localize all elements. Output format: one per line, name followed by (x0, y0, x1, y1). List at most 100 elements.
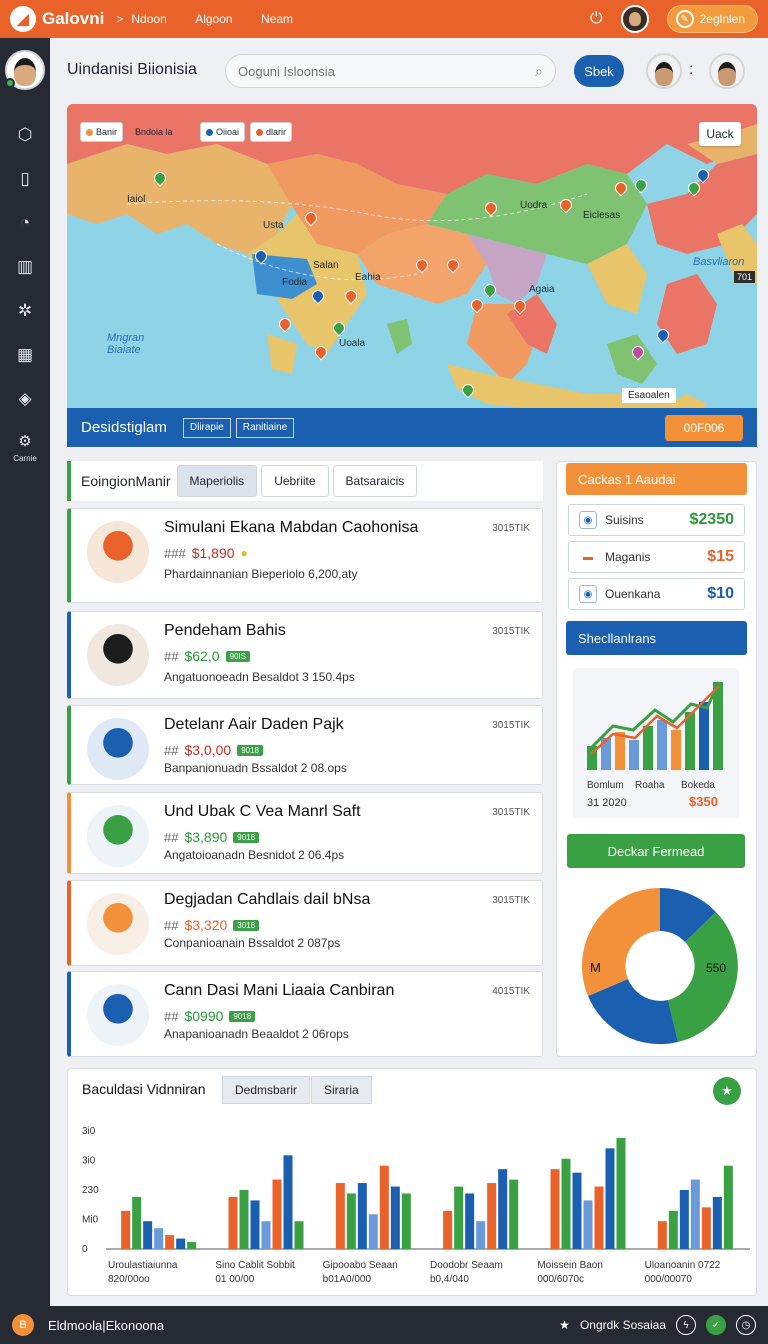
shield-check-icon[interactable]: ◈ (14, 388, 36, 410)
stat-row[interactable]: ◉ Suisins $2350 (568, 504, 745, 536)
book-icon[interactable]: ▥ (14, 256, 36, 278)
card-price-row: ## $3,320 3018 (164, 917, 260, 933)
chip-label: Oiioai (216, 127, 240, 137)
nav-link-3[interactable]: Neam (261, 12, 293, 26)
card-title[interactable]: Degjadan Cahdlais dail bNsa (164, 891, 370, 909)
sidebar-bottom-label[interactable]: Carnie (13, 454, 37, 463)
card-thumbnail-icon (87, 624, 149, 686)
map-label: Eahia (355, 272, 381, 283)
check-icon[interactable]: ✓ (706, 1315, 726, 1335)
y-tick-label: Mi0 (82, 1215, 99, 1226)
brand-name[interactable]: Galovni (42, 9, 104, 29)
search-icon[interactable]: ⌕ (535, 63, 543, 80)
chart-bar (390, 1186, 400, 1249)
feed-tab[interactable]: Maperiolis (176, 465, 258, 497)
stats-header[interactable]: Cackas 1 Aaudai (566, 463, 747, 495)
feed-card[interactable]: Degjadan Cahdlais dail bNsa 3015TIK ## $3,3… (67, 880, 543, 966)
header-avatar-2[interactable] (709, 53, 745, 89)
bolt-icon[interactable]: ϟ (676, 1315, 696, 1335)
top-nav: Ndoon Algoon Neam (131, 10, 317, 28)
clock-icon[interactable]: ◔ (14, 212, 36, 234)
stat-value: $10 (707, 585, 734, 602)
nav-link-1[interactable]: Ndoon (131, 12, 166, 26)
card-tag: 3015TIK (492, 626, 530, 637)
user-avatar[interactable] (620, 5, 649, 33)
card-title[interactable]: Pendeham Bahis (164, 622, 286, 640)
card-thumbnail-icon (87, 805, 149, 867)
donut-chart: M 550 (582, 888, 738, 1045)
map-filter-chip[interactable]: Oiioai (200, 122, 246, 142)
map-toolbar-tab[interactable]: Ranitiaine (235, 417, 295, 438)
map-label: Iaiol (127, 194, 146, 205)
y-tick-label: 3i0 (82, 1156, 96, 1167)
shield-icon[interactable]: ⬡ (14, 124, 36, 146)
clock-icon[interactable]: ◷ (736, 1315, 756, 1335)
primary-action-button[interactable]: Deckar Fermead (567, 834, 745, 868)
footer-right-label[interactable]: Ongrdk Sosaiaa (580, 1318, 666, 1332)
gear-icon[interactable]: ✲ (14, 300, 36, 322)
x-tick-label: 820/00oo (108, 1274, 150, 1285)
card-subtitle: Angatuonoeadn Besaldot 3 150.4ps (164, 670, 355, 684)
card-subtitle: Banpanionuadn Bssaldot 2 08.ops (164, 761, 347, 775)
feed-card[interactable]: Und Ubak C Vea Manrl Saft 3015TIK ## $3,890… (67, 792, 543, 874)
search-input[interactable] (238, 63, 536, 79)
map-filter-chip[interactable]: dlarir (250, 122, 293, 142)
feed-tab[interactable]: Batsaraicis (332, 465, 418, 497)
search-button[interactable]: Sbek (574, 55, 624, 87)
x-tick-label: Uloanoanin 0722 (645, 1260, 721, 1271)
star-icon[interactable]: ★ (559, 1318, 570, 1332)
map-toolbar-tab[interactable]: Dlirapie (182, 417, 231, 438)
feed-card[interactable]: Cann Dasi Mani Liaaia Canbiran 4015TIK ## $… (67, 971, 543, 1057)
chart-bar (561, 1158, 571, 1249)
card-title[interactable]: Detelanr Aair Daden Pajk (164, 716, 344, 734)
chart-bar (616, 1137, 626, 1249)
chart-bar (294, 1221, 304, 1249)
map-filter-chip[interactable]: Banir (80, 122, 124, 142)
upgrade-button[interactable]: ✎ 2eglnlen (666, 5, 758, 33)
feed-card[interactable]: Simulani Ekana Mabdan Caohonisa 3015TIK ##… (67, 508, 543, 603)
card-thumbnail-icon (87, 521, 149, 583)
x-tick-label: Moissein Baon (537, 1260, 603, 1271)
footer-text: Eldmoola|Ekonoona (48, 1317, 165, 1333)
mini-bar (643, 726, 653, 770)
map-back-button[interactable]: Uack (699, 122, 741, 146)
map-filter-chip[interactable]: Bndoia la (130, 122, 178, 142)
building-icon[interactable]: ▦ (14, 344, 36, 366)
map-label: Fodia (282, 277, 308, 288)
chart-bar (509, 1179, 519, 1249)
sidebar-avatar[interactable] (5, 50, 45, 90)
card-title[interactable]: Und Ubak C Vea Manrl Saft (164, 803, 361, 821)
chart-bar (368, 1214, 378, 1249)
mini-bar (629, 740, 639, 770)
card-thumbnail-icon (87, 893, 149, 955)
y-tick-label: 0 (82, 1244, 88, 1255)
feed-card[interactable]: Pendeham Bahis 3015TIK ## $62,0 90IS Angatuon… (67, 611, 543, 699)
stat-row[interactable]: ◉ Ouenkana $10 (568, 578, 745, 610)
chart-bar (250, 1200, 260, 1249)
section-header[interactable]: Shecllanlrans (566, 621, 747, 655)
lightbulb-icon[interactable]: ⏻ (590, 10, 603, 28)
flag-icon: ▬ (583, 551, 593, 563)
chart-bar (379, 1165, 389, 1249)
footer-logo[interactable]: B (12, 1314, 34, 1336)
feed-card[interactable]: Detelanr Aair Daden Pajk 3015TIK ## $3,0,00… (67, 705, 543, 785)
header-avatar-1[interactable] (646, 53, 682, 89)
brand-logo-icon[interactable]: ◢ (10, 6, 36, 32)
card-title[interactable]: Simulani Ekana Mabdan Caohonisa (164, 519, 418, 537)
chart-bar (132, 1196, 142, 1249)
stat-row[interactable]: ▬ Maganis $15 (568, 541, 745, 573)
map-label: Uoala (339, 338, 366, 349)
settings-icon[interactable]: ⚙ (14, 430, 36, 452)
card-badge: 3018 (233, 919, 260, 931)
footer-bar: B Eldmoola|Ekonoona ★ Ongrdk Sosaiaa ϟ ✓… (0, 1306, 768, 1344)
more-options-icon[interactable]: : (689, 61, 693, 79)
terminal-icon[interactable]: ▯ (14, 168, 36, 190)
y-tick-label: 3i0 (82, 1126, 96, 1137)
card-title[interactable]: Cann Dasi Mani Liaaia Canbiran (164, 982, 394, 1000)
nav-link-2[interactable]: Algoon (195, 12, 232, 26)
upgrade-label: 2eglnlen (699, 12, 745, 26)
feed-tab[interactable]: Uebriite (261, 465, 329, 497)
chart-bar (346, 1193, 356, 1249)
map-toolbar-pill[interactable]: 00F006 (665, 414, 743, 441)
card-price: $1,890 (191, 545, 235, 561)
